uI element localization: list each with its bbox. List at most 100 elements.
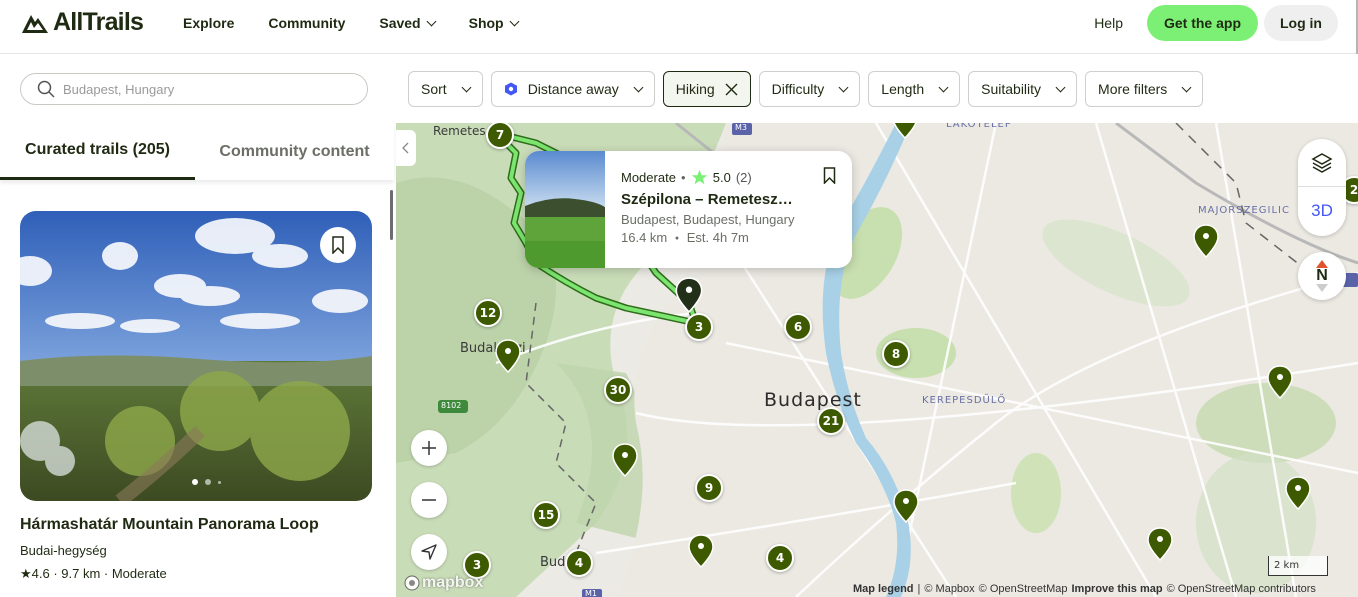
popup-review-count: (2) <box>735 169 752 185</box>
improve-map-link[interactable]: Improve this map <box>1072 583 1163 597</box>
help-link[interactable]: Help <box>1094 15 1123 31</box>
login-button[interactable]: Log in <box>1264 5 1338 41</box>
nav-saved-label: Saved <box>379 15 421 31</box>
popup-location: Budapest, Budapest, Hungary <box>621 212 795 227</box>
list-tabs: Curated trails (205) Community content <box>0 123 394 180</box>
nav-community[interactable]: Community <box>268 15 345 31</box>
chevron-left-icon <box>402 142 409 154</box>
trail-cluster-marker[interactable]: 21 <box>817 407 845 435</box>
zoom-out-button[interactable] <box>411 482 447 518</box>
my-location-button[interactable] <box>411 534 447 570</box>
trail-cluster-marker[interactable]: 9 <box>695 474 723 502</box>
trail-cluster-marker[interactable]: 8 <box>882 340 910 368</box>
trail-card-photo[interactable] <box>20 211 372 501</box>
more-filters[interactable]: More filters <box>1085 71 1204 107</box>
save-trail-button[interactable] <box>320 227 356 263</box>
trail-pin-icon[interactable] <box>1285 476 1311 510</box>
carousel-dot[interactable] <box>205 479 211 485</box>
nav-shop[interactable]: Shop <box>468 15 520 31</box>
minus-icon <box>422 499 436 501</box>
trail-pin-icon[interactable] <box>1267 365 1293 399</box>
carousel-dot[interactable] <box>218 480 221 484</box>
map-label-lakotelep: LAKÓTELEP <box>946 123 1012 130</box>
trail-cluster-marker[interactable]: 6 <box>784 313 812 341</box>
mountain-logo-icon <box>22 14 48 33</box>
popup-rating: 5.0 <box>712 169 731 185</box>
search-box[interactable] <box>20 73 368 105</box>
trail-cluster-marker[interactable]: 4 <box>565 549 593 577</box>
map-scale: 2 km <box>1268 556 1328 576</box>
mapbox-attribution-link[interactable]: © Mapbox <box>924 583 974 597</box>
nav-saved[interactable]: Saved <box>379 15 437 31</box>
chevron-down-icon <box>509 16 520 26</box>
difficulty-filter[interactable]: Difficulty <box>758 71 861 107</box>
hiking-label: Hiking <box>675 81 715 97</box>
osm-contributors-link[interactable]: © OpenStreetMap contributors <box>1167 583 1316 597</box>
attribution-separator: | <box>917 583 921 595</box>
chevron-down-icon <box>1181 82 1192 92</box>
trail-pin-icon[interactable] <box>893 489 919 523</box>
collapse-panel-button[interactable] <box>396 130 416 166</box>
trail-pin-icon[interactable] <box>495 339 521 373</box>
list-scrollbar[interactable] <box>390 190 393 240</box>
suitability-filter[interactable]: Suitability <box>968 71 1078 107</box>
length-filter[interactable]: Length <box>868 71 961 107</box>
distance-away-filter[interactable]: Distance away <box>490 71 655 107</box>
trail-cluster-marker[interactable]: 12 <box>474 299 502 327</box>
trail-cluster-marker[interactable]: 15 <box>532 501 560 529</box>
3d-toggle-button[interactable]: 3D <box>1298 187 1346 235</box>
popup-save-button[interactable] <box>823 167 836 189</box>
road-label-8102: 8102 <box>441 401 462 410</box>
compass-button[interactable]: N <box>1298 252 1346 300</box>
tab-curated-trails[interactable]: Curated trails (205) <box>0 123 195 180</box>
trail-pin-icon[interactable] <box>892 123 918 139</box>
filter-chips: Sort Distance away Hiking Difficulty Len… <box>408 71 1204 107</box>
hexagon-location-icon <box>504 82 517 96</box>
carousel-dot[interactable] <box>192 479 198 485</box>
map-legend-link[interactable]: Map legend <box>853 583 914 597</box>
map-label-kerepesdulo: KEREPESDŰLŐ <box>922 395 1007 406</box>
road-label-m1: M1 <box>585 589 597 597</box>
get-the-app-button[interactable]: Get the app <box>1146 5 1258 41</box>
trail-cluster-marker[interactable]: 30 <box>604 376 632 404</box>
mapbox-logo[interactable]: mapbox <box>404 574 483 592</box>
search-input[interactable] <box>63 81 343 97</box>
more-filters-label: More filters <box>1098 81 1168 97</box>
close-icon[interactable] <box>725 83 738 96</box>
trail-map[interactable]: Remetes Budakeszi Bud Budapest KEREPESDŰ… <box>396 123 1358 597</box>
mapbox-wordmark: mapbox <box>422 574 484 591</box>
nav-shop-label: Shop <box>468 15 504 31</box>
trail-cluster-marker[interactable]: 3 <box>685 313 713 341</box>
trail-pin-icon[interactable] <box>1193 224 1219 258</box>
alltrails-logo[interactable]: AllTrails <box>20 8 144 37</box>
popup-trail-title[interactable]: Szépilona – Remetesz… <box>621 191 794 208</box>
separator-dot: ● <box>674 235 680 243</box>
zoom-in-button[interactable] <box>411 430 447 466</box>
trail-pin-icon[interactable] <box>1147 527 1173 561</box>
selected-trail-pin-icon[interactable] <box>675 277 703 313</box>
trail-cluster-marker[interactable]: 4 <box>766 544 794 572</box>
compass-south-arrow-icon <box>1316 284 1328 292</box>
difficulty-label: Difficulty <box>771 81 825 97</box>
osm-attribution-link[interactable]: © OpenStreetMap <box>979 583 1068 597</box>
sort-filter[interactable]: Sort <box>408 71 483 107</box>
bookmark-icon <box>332 236 344 254</box>
chevron-down-icon <box>838 82 849 92</box>
nav-explore[interactable]: Explore <box>183 15 234 31</box>
hiking-filter[interactable]: Hiking <box>662 71 751 107</box>
main-nav: Explore Community Saved Shop <box>183 0 552 46</box>
nav-explore-label: Explore <box>183 15 235 31</box>
tab-community-content[interactable]: Community content <box>195 123 394 180</box>
map-layers-button[interactable] <box>1298 139 1346 187</box>
trail-pin-icon[interactable] <box>612 443 638 477</box>
road-label-m3: M3 <box>735 123 747 132</box>
chevron-down-icon <box>633 82 644 92</box>
trail-pin-icon[interactable] <box>688 534 714 568</box>
map-label-majorszeg: MAJORSZEGILIC <box>1198 205 1290 216</box>
sort-label: Sort <box>421 81 447 97</box>
map-attribution: Map legend | © Mapbox © OpenStreetMap Im… <box>853 583 1316 597</box>
trail-preview-popup[interactable]: Moderate ● 5.0 (2) Szépilona – Remetesz…… <box>525 151 852 268</box>
trail-card-area: Budai-hegység <box>20 543 107 558</box>
map-label-budapest: Budapest <box>764 389 862 411</box>
trail-card-title[interactable]: Hármashatár Mountain Panorama Loop <box>20 516 319 534</box>
